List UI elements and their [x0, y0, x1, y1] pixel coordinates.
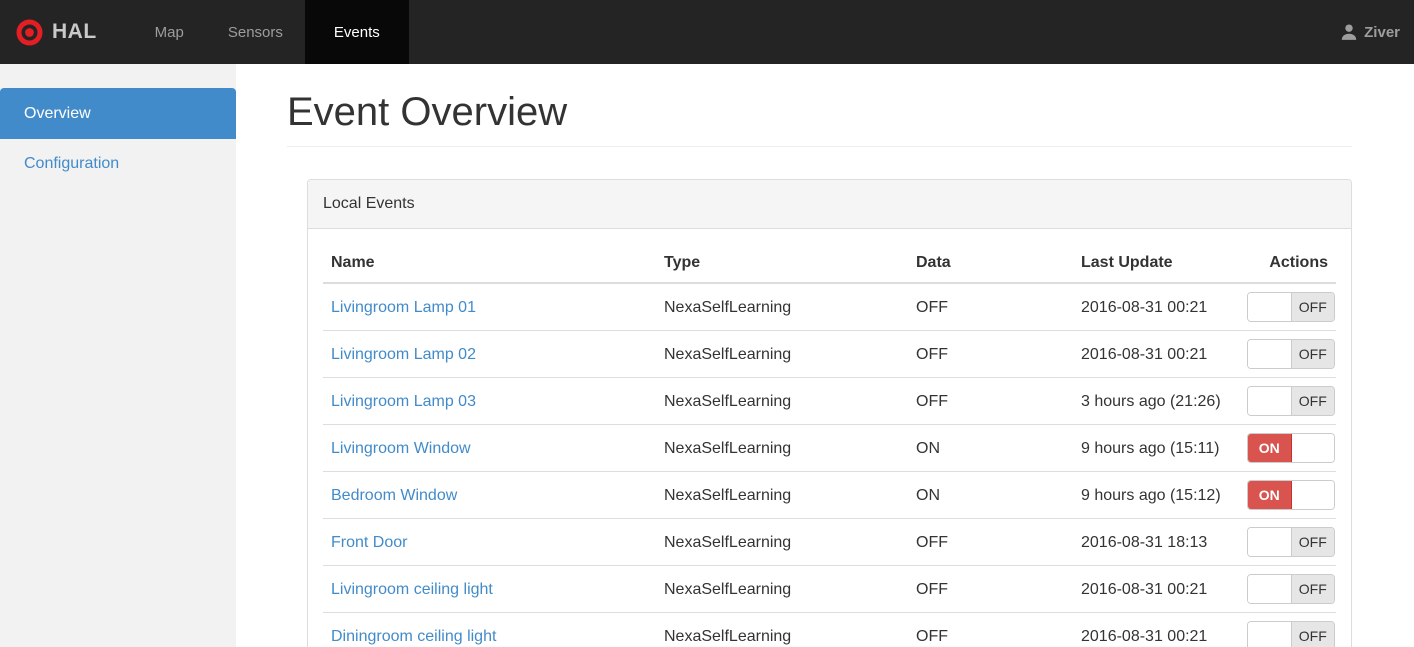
toggle-switch[interactable]: OFF [1247, 386, 1335, 416]
toggle-switch[interactable]: OFF [1247, 621, 1335, 647]
target-icon [16, 19, 43, 45]
event-name-link[interactable]: Livingroom Lamp 03 [331, 393, 476, 410]
event-data: OFF [908, 518, 1073, 566]
switch-knob [1291, 481, 1334, 509]
navbar-menu: Map Sensors Events [133, 0, 409, 64]
table-row: Livingroom Lamp 02 NexaSelfLearning OFF 201… [323, 330, 1336, 378]
event-last-update: 2016-08-31 00:21 [1073, 565, 1239, 613]
local-events-panel: Local Events Name Type Data Last Update … [307, 179, 1352, 647]
switch-label: OFF [1290, 293, 1334, 321]
nav-item-sensors[interactable]: Sensors [206, 0, 305, 64]
table-row: Livingroom Window NexaSelfLearning ON 9 hou… [323, 424, 1336, 472]
event-last-update: 3 hours ago (21:26) [1073, 377, 1239, 425]
nav-item-map[interactable]: Map [133, 0, 206, 64]
toggle-switch[interactable]: ON [1247, 433, 1335, 463]
sidebar-item-overview[interactable]: Overview [0, 88, 236, 139]
event-type: NexaSelfLearning [656, 282, 908, 331]
toggle-switch[interactable]: OFF [1247, 339, 1335, 369]
event-data: OFF [908, 565, 1073, 613]
event-last-update: 2016-08-31 18:13 [1073, 518, 1239, 566]
table-row: Front Door NexaSelfLearning OFF 2016-08-31 … [323, 518, 1336, 566]
col-header-name: Name [323, 244, 656, 284]
event-last-update: 2016-08-31 00:21 [1073, 330, 1239, 378]
event-name-link[interactable]: Diningroom ceiling light [331, 628, 496, 645]
toggle-switch[interactable]: ON [1247, 480, 1335, 510]
table-row: Bedroom Window NexaSelfLearning ON 9 hours … [323, 471, 1336, 519]
switch-label: ON [1248, 481, 1292, 509]
toggle-switch[interactable]: OFF [1247, 527, 1335, 557]
nav-item-events[interactable]: Events [304, 0, 409, 64]
event-type: NexaSelfLearning [656, 471, 908, 519]
col-header-data: Data [908, 244, 1073, 284]
event-name-link[interactable]: Livingroom Lamp 02 [331, 346, 476, 363]
event-data: OFF [908, 612, 1073, 647]
table-row: Livingroom Lamp 03 NexaSelfLearning OFF 3 h… [323, 377, 1336, 425]
page-title: Event Overview [287, 90, 568, 134]
event-data: ON [908, 471, 1073, 519]
brand[interactable]: HAL [0, 0, 113, 64]
switch-label: OFF [1290, 528, 1334, 556]
sidebar-item-configuration[interactable]: Configuration [0, 139, 236, 189]
brand-label: HAL [52, 20, 97, 43]
toggle-switch[interactable]: OFF [1247, 292, 1335, 322]
event-data: OFF [908, 330, 1073, 378]
event-type: NexaSelfLearning [656, 377, 908, 425]
event-name-link[interactable]: Front Door [331, 534, 407, 551]
user-icon [1341, 24, 1357, 40]
switch-knob [1291, 434, 1334, 462]
event-type: NexaSelfLearning [656, 424, 908, 472]
switch-label: OFF [1290, 340, 1334, 368]
event-type: NexaSelfLearning [656, 330, 908, 378]
panel-body: Name Type Data Last Update Actions Livin… [308, 229, 1351, 647]
event-last-update: 2016-08-31 00:21 [1073, 282, 1239, 331]
events-table-body: Livingroom Lamp 01 NexaSelfLearning OFF 201… [323, 282, 1336, 647]
event-type: NexaSelfLearning [656, 518, 908, 566]
event-data: OFF [908, 377, 1073, 425]
event-data: ON [908, 424, 1073, 472]
main-content: Event Overview Local Events Name Type Da… [236, 64, 1414, 647]
event-name-link[interactable]: Bedroom Window [331, 487, 457, 504]
user-name: Ziver [1364, 23, 1400, 41]
event-name-link[interactable]: Livingroom ceiling light [331, 581, 493, 598]
switch-knob [1248, 622, 1291, 647]
event-type: NexaSelfLearning [656, 612, 908, 647]
table-row: Livingroom ceiling light NexaSelfLearning… [323, 565, 1336, 613]
switch-knob [1248, 340, 1291, 368]
user-menu[interactable]: Ziver [1326, 0, 1414, 64]
switch-label: OFF [1290, 387, 1334, 415]
table-row: Livingroom Lamp 01 NexaSelfLearning OFF 201… [323, 282, 1336, 331]
table-header-row: Name Type Data Last Update Actions [323, 244, 1336, 284]
toggle-switch[interactable]: OFF [1247, 574, 1335, 604]
event-last-update: 2016-08-31 00:21 [1073, 612, 1239, 647]
sidebar: Overview Configuration [0, 64, 236, 647]
event-last-update: 9 hours ago (15:11) [1073, 424, 1239, 472]
event-last-update: 9 hours ago (15:12) [1073, 471, 1239, 519]
event-name-link[interactable]: Livingroom Lamp 01 [331, 299, 476, 316]
event-data: OFF [908, 282, 1073, 331]
top-navbar: HAL Map Sensors Events Ziver [0, 0, 1414, 64]
event-name-link[interactable]: Livingroom Window [331, 440, 471, 457]
switch-knob [1248, 528, 1291, 556]
panel-title: Local Events [308, 180, 1351, 229]
switch-knob [1248, 387, 1291, 415]
switch-knob [1248, 575, 1291, 603]
switch-label: OFF [1290, 622, 1334, 647]
col-header-actions: Actions [1239, 244, 1336, 284]
page-header: Event Overview [287, 90, 1352, 147]
switch-label: OFF [1290, 575, 1334, 603]
event-type: NexaSelfLearning [656, 565, 908, 613]
switch-label: ON [1248, 434, 1292, 462]
events-table: Name Type Data Last Update Actions Livin… [323, 244, 1336, 647]
switch-knob [1248, 293, 1291, 321]
col-header-last-update: Last Update [1073, 244, 1239, 284]
col-header-type: Type [656, 244, 908, 284]
table-row: Diningroom ceiling light NexaSelfLearning… [323, 612, 1336, 647]
